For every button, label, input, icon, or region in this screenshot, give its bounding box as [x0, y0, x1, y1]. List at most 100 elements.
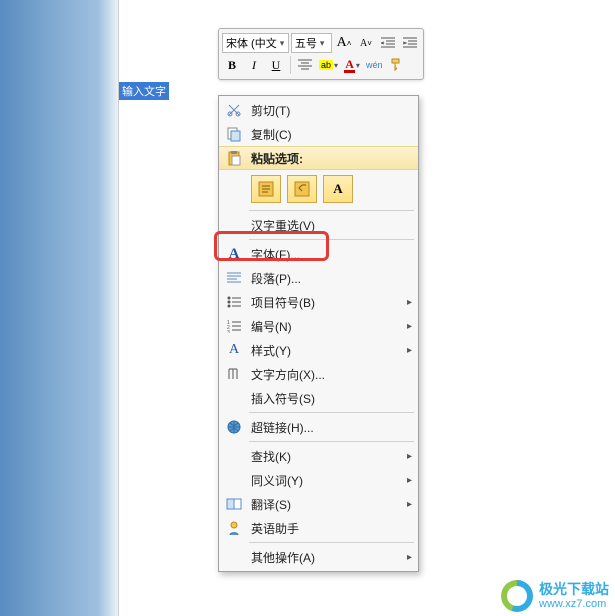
menu-label: 其他操作(A): [251, 549, 407, 566]
chevron-down-icon: ▾: [280, 38, 285, 49]
menu-label: 超链接(H)...: [251, 419, 412, 436]
menu-paste-options-header: 粘贴选项:: [219, 146, 418, 170]
paste-text-only-button[interactable]: A: [323, 175, 353, 203]
menu-label: 汉字重选(V): [251, 217, 412, 234]
menu-label: 粘贴选项:: [251, 150, 412, 167]
menu-reconvert[interactable]: 汉字重选(V): [219, 213, 418, 237]
chevron-right-icon: ▸: [407, 451, 412, 462]
watermark-title: 极光下载站: [539, 582, 609, 597]
chevron-right-icon: ▸: [407, 297, 412, 308]
menu-label: 编号(N): [251, 318, 407, 335]
menu-synonyms[interactable]: 同义词(Y) ▸: [219, 468, 418, 492]
menu-cut[interactable]: 剪切(T): [219, 98, 418, 122]
hyperlink-icon: [223, 417, 245, 437]
text-selection[interactable]: 输入文字: [119, 82, 169, 100]
grow-font-button[interactable]: A ˄: [334, 33, 354, 53]
align-center-button[interactable]: [295, 55, 315, 75]
menu-english-assistant[interactable]: 英语助手: [219, 516, 418, 540]
chevron-right-icon: ▸: [407, 345, 412, 356]
highlight-icon: ab: [319, 60, 333, 70]
bullets-icon: [223, 292, 245, 312]
blank-icon: [223, 547, 245, 567]
chevron-down-icon: ▾: [320, 38, 325, 49]
menu-copy[interactable]: 复制(C): [219, 122, 418, 146]
font-color-button[interactable]: A ▾: [342, 55, 362, 75]
separator: [290, 56, 291, 74]
menu-other-actions[interactable]: 其他操作(A) ▸: [219, 545, 418, 569]
styles-icon: A: [223, 340, 245, 360]
increase-indent-icon: [403, 37, 417, 49]
menu-label: 项目符号(B): [251, 294, 407, 311]
format-painter-icon: [389, 58, 405, 72]
menu-label: 文字方向(X)...: [251, 366, 412, 383]
menu-translate[interactable]: 翻译(S) ▸: [219, 492, 418, 516]
font-color-icon: A: [344, 58, 355, 73]
menu-hyperlink[interactable]: 超链接(H)...: [219, 415, 418, 439]
scissors-icon: [223, 100, 245, 120]
paste-merge-button[interactable]: [287, 175, 317, 203]
font-size-value: 五号: [295, 35, 317, 51]
paragraph-icon: [223, 268, 245, 288]
copy-icon: [223, 124, 245, 144]
menu-separator: [249, 412, 414, 413]
menu-font[interactable]: A 字体(F)...: [219, 242, 418, 266]
chevron-right-icon: ▸: [407, 499, 412, 510]
svg-text:3: 3: [227, 330, 230, 333]
toolbar-row-1: 宋体 (中文 ▾ 五号 ▾ A ˄ A ˅: [222, 32, 420, 54]
paste-merge-icon: [293, 180, 311, 198]
menu-find[interactable]: 查找(K) ▸: [219, 444, 418, 468]
chevron-right-icon: ▸: [407, 552, 412, 563]
menu-label: 英语助手: [251, 520, 412, 537]
menu-label: 查找(K): [251, 448, 407, 465]
highlight-button[interactable]: ab ▾: [317, 55, 340, 75]
paste-options-row: A: [219, 170, 418, 208]
menu-label: 字体(F)...: [251, 246, 412, 263]
paste-source-icon: [257, 180, 275, 198]
menu-label: 样式(Y): [251, 342, 407, 359]
translate-icon: [223, 494, 245, 514]
menu-paragraph[interactable]: 段落(P)...: [219, 266, 418, 290]
phonetic-icon: wén: [366, 60, 383, 70]
menu-numbering[interactable]: 123 编号(N) ▸: [219, 314, 418, 338]
menu-insert-symbol[interactable]: 插入符号(S): [219, 386, 418, 410]
menu-bullets[interactable]: 项目符号(B) ▸: [219, 290, 418, 314]
blank-icon: [223, 446, 245, 466]
menu-styles[interactable]: A 样式(Y) ▸: [219, 338, 418, 362]
shrink-font-button[interactable]: A ˅: [356, 33, 376, 53]
watermark-text: 极光下载站 www.xz7.com: [539, 582, 609, 609]
menu-label: 翻译(S): [251, 496, 407, 513]
menu-separator: [249, 239, 414, 240]
menu-label: 插入符号(S): [251, 390, 412, 407]
blank-icon: [223, 388, 245, 408]
format-painter-button[interactable]: [387, 55, 407, 75]
underline-button[interactable]: U: [266, 55, 286, 75]
watermark-url: www.xz7.com: [539, 598, 609, 610]
paste-text-icon: A: [333, 181, 342, 197]
italic-button[interactable]: I: [244, 55, 264, 75]
decrease-indent-button[interactable]: [378, 33, 398, 53]
chevron-down-icon: ▾: [334, 61, 338, 70]
font-size-combo[interactable]: 五号 ▾: [291, 33, 332, 53]
menu-separator: [249, 542, 414, 543]
menu-separator: [249, 210, 414, 211]
font-name-combo[interactable]: 宋体 (中文 ▾: [222, 33, 289, 53]
font-icon: A: [223, 244, 245, 264]
menu-label: 剪切(T): [251, 102, 412, 119]
increase-indent-button[interactable]: [400, 33, 420, 53]
grow-font-icon: A: [337, 35, 347, 51]
menu-label: 复制(C): [251, 126, 412, 143]
context-menu: 剪切(T) 复制(C) 粘贴选项: A 汉字重选(V) A 字体(F)...: [218, 95, 419, 572]
menu-text-direction[interactable]: 文字方向(X)...: [219, 362, 418, 386]
chevron-down-icon: ▾: [356, 61, 360, 70]
mini-toolbar: 宋体 (中文 ▾ 五号 ▾ A ˄ A ˅ B I U ab ▾: [218, 28, 424, 80]
paste-keep-source-button[interactable]: [251, 175, 281, 203]
text-direction-icon: [223, 364, 245, 384]
font-name-value: 宋体 (中文: [226, 35, 277, 51]
numbering-icon: 123: [223, 316, 245, 336]
phonetic-guide-button[interactable]: wén: [364, 55, 385, 75]
menu-label: 同义词(Y): [251, 472, 407, 489]
bold-button[interactable]: B: [222, 55, 242, 75]
chevron-right-icon: ▸: [407, 321, 412, 332]
watermark: 极光下载站 www.xz7.com: [501, 580, 609, 612]
blank-icon: [223, 470, 245, 490]
